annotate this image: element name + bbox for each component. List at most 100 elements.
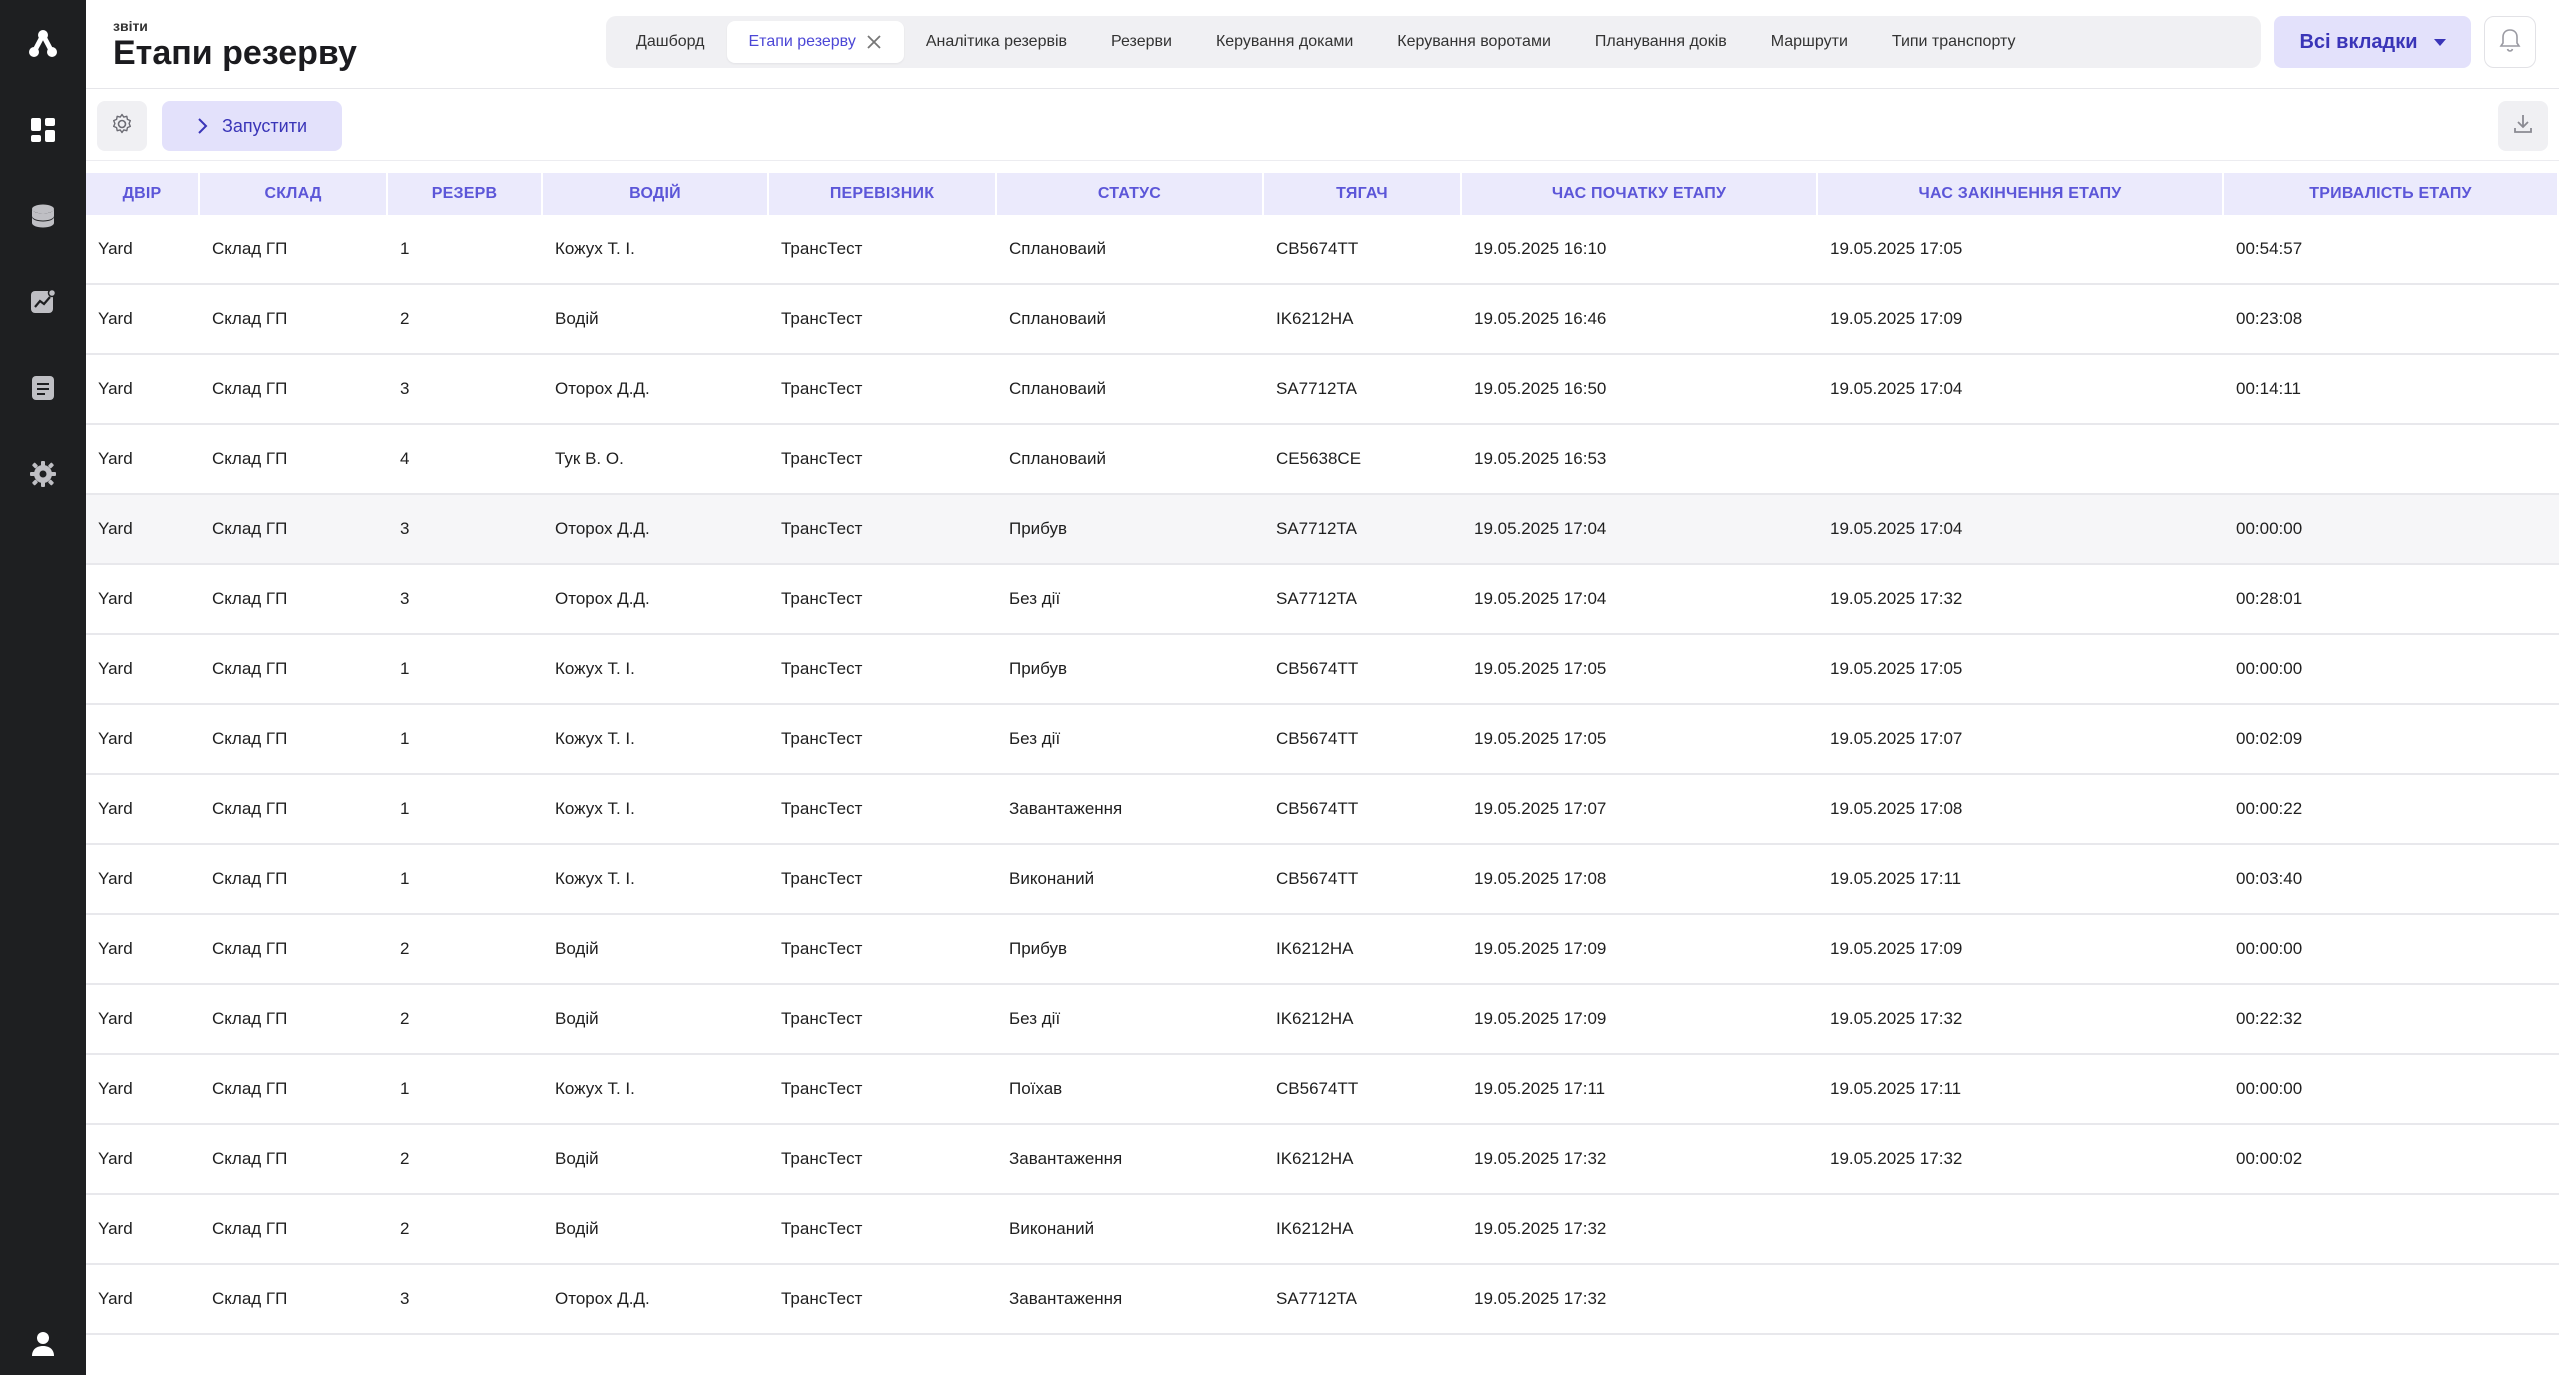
- cell-stage-start: 19.05.2025 16:50: [1462, 355, 1818, 425]
- cell-warehouse: Склад ГП: [200, 1055, 388, 1125]
- bell-icon: [2498, 27, 2522, 58]
- cell-tractor: CE5638CE: [1264, 425, 1462, 495]
- table-row[interactable]: Yard Склад ГП 3 Оторох Д.Д. ТрансТест Заванта…: [86, 1265, 2559, 1335]
- cell-stage-start: 19.05.2025 17:08: [1462, 845, 1818, 915]
- cell-status: Без дії: [997, 705, 1264, 775]
- table-settings-button[interactable]: [97, 101, 147, 151]
- sidebar-item-reports[interactable]: [23, 370, 63, 410]
- database-icon: [29, 202, 57, 235]
- cell-status: Завантаження: [997, 1265, 1264, 1335]
- cell-tractor: CB5674TT: [1264, 845, 1462, 915]
- tab-reserve-analytics[interactable]: Аналітика резервів: [904, 21, 1089, 63]
- table-row[interactable]: Yard Склад ГП 2 Водій ТрансТест Сплановаий IK6…: [86, 285, 2559, 355]
- cell-status: Завантаження: [997, 775, 1264, 845]
- cell-stage-end: 19.05.2025 17:09: [1818, 285, 2224, 355]
- cell-warehouse: Склад ГП: [200, 1265, 388, 1335]
- sidebar-item-settings[interactable]: [23, 456, 63, 496]
- cell-stage-duration: 00:00:02: [2224, 1125, 2559, 1195]
- column-header-tractor[interactable]: Тягач: [1264, 173, 1462, 215]
- table-row[interactable]: Yard Склад ГП 1 Кожух Т. І. ТрансТест Спланов…: [86, 215, 2559, 285]
- cell-stage-duration: 00:54:57: [2224, 215, 2559, 285]
- cell-driver: Кожух Т. І.: [543, 635, 769, 705]
- column-header-carrier[interactable]: Перевізник: [769, 173, 997, 215]
- column-header-stage-start[interactable]: Час початку етапу: [1462, 173, 1818, 215]
- table-row[interactable]: Yard Склад ГП 3 Оторох Д.Д. ТрансТест Без дії…: [86, 565, 2559, 635]
- cell-status: Сплановаий: [997, 285, 1264, 355]
- tab-reserve-stages[interactable]: Етапи резерву: [726, 21, 904, 63]
- column-header-driver[interactable]: Водій: [543, 173, 769, 215]
- tab-dock-planning[interactable]: Планування доків: [1573, 21, 1749, 63]
- run-button[interactable]: Запустити: [162, 101, 342, 151]
- sidebar-item-analytics[interactable]: [23, 284, 63, 324]
- cell-yard: Yard: [86, 495, 200, 565]
- cell-yard: Yard: [86, 1265, 200, 1335]
- cell-stage-end: 19.05.2025 17:04: [1818, 495, 2224, 565]
- column-header-reserve[interactable]: Резерв: [388, 173, 543, 215]
- table-row[interactable]: Yard Склад ГП 4 Тук В. О. ТрансТест Сплановаи…: [86, 425, 2559, 495]
- tab-gate-management[interactable]: Керування воротами: [1375, 21, 1573, 63]
- table-row[interactable]: Yard Склад ГП 1 Кожух Т. І. ТрансТест Поїхав C…: [86, 1055, 2559, 1125]
- all-tabs-dropdown[interactable]: Всі вкладки: [2274, 16, 2471, 68]
- cell-stage-end: [1818, 1265, 2224, 1335]
- cell-stage-end: 19.05.2025 17:32: [1818, 1125, 2224, 1195]
- cell-yard: Yard: [86, 1125, 200, 1195]
- cell-tractor: IK6212HA: [1264, 985, 1462, 1055]
- cell-yard: Yard: [86, 985, 200, 1055]
- cell-reserve: 2: [388, 915, 543, 985]
- cell-stage-start: 19.05.2025 16:10: [1462, 215, 1818, 285]
- column-header-stage-duration[interactable]: Тривалість етапу: [2224, 173, 2559, 215]
- column-header-yard[interactable]: Двір: [86, 173, 200, 215]
- cell-status: Прибув: [997, 635, 1264, 705]
- cell-reserve: 2: [388, 1195, 543, 1265]
- cell-driver: Кожух Т. І.: [543, 1055, 769, 1125]
- cell-reserve: 4: [388, 425, 543, 495]
- notifications-button[interactable]: [2484, 16, 2536, 68]
- cell-status: Прибув: [997, 495, 1264, 565]
- sidebar-item-database[interactable]: [23, 198, 63, 238]
- cell-driver: Водій: [543, 1195, 769, 1265]
- column-header-status[interactable]: Статус: [997, 173, 1264, 215]
- cell-stage-duration: 00:03:40: [2224, 845, 2559, 915]
- tab-transport-types[interactable]: Типи транспорту: [1870, 21, 2038, 63]
- cell-carrier: ТрансТест: [769, 215, 997, 285]
- cell-yard: Yard: [86, 285, 200, 355]
- table-row[interactable]: Yard Склад ГП 3 Оторох Д.Д. ТрансТест Спланов…: [86, 355, 2559, 425]
- tab-reserves[interactable]: Резерви: [1089, 21, 1194, 63]
- table-row[interactable]: Yard Склад ГП 1 Кожух Т. І. ТрансТест Без дії…: [86, 705, 2559, 775]
- user-avatar-icon[interactable]: [23, 1323, 63, 1363]
- cell-tractor: SA7712TA: [1264, 495, 1462, 565]
- cell-stage-duration: 00:22:32: [2224, 985, 2559, 1055]
- app-logo-icon[interactable]: [23, 24, 63, 64]
- cell-warehouse: Склад ГП: [200, 705, 388, 775]
- cell-stage-end: 19.05.2025 17:05: [1818, 215, 2224, 285]
- table-row[interactable]: Yard Склад ГП 1 Кожух Т. І. ТрансТест Прибув C…: [86, 635, 2559, 705]
- chevron-right-icon: [196, 117, 208, 135]
- table-row[interactable]: Yard Склад ГП 3 Оторох Д.Д. ТрансТест Прибув S…: [86, 495, 2559, 565]
- cell-tractor: CB5674TT: [1264, 635, 1462, 705]
- table-row[interactable]: Yard Склад ГП 2 Водій ТрансТест Виконаний IK62…: [86, 1195, 2559, 1265]
- cell-yard: Yard: [86, 1195, 200, 1265]
- table-row[interactable]: Yard Склад ГП 1 Кожух Т. І. ТрансТест Виконан…: [86, 845, 2559, 915]
- cell-status: Виконаний: [997, 1195, 1264, 1265]
- cell-yard: Yard: [86, 635, 200, 705]
- table-row[interactable]: Yard Склад ГП 1 Кожух Т. І. ТрансТест Заванта…: [86, 775, 2559, 845]
- download-button[interactable]: [2498, 101, 2548, 151]
- table-row[interactable]: Yard Склад ГП 2 Водій ТрансТест Завантаження I…: [86, 1125, 2559, 1195]
- table-row[interactable]: Yard Склад ГП 2 Водій ТрансТест Прибув IK6212H…: [86, 915, 2559, 985]
- cell-driver: Оторох Д.Д.: [543, 495, 769, 565]
- cell-reserve: 2: [388, 985, 543, 1055]
- tab-routes[interactable]: Маршрути: [1749, 21, 1870, 63]
- cell-stage-duration: 00:00:00: [2224, 1055, 2559, 1125]
- close-icon[interactable]: [866, 34, 882, 50]
- table-row[interactable]: Yard Склад ГП 2 Водій ТрансТест Без дії IK6212…: [86, 985, 2559, 1055]
- sidebar-item-dashboard[interactable]: [23, 112, 63, 152]
- cell-reserve: 1: [388, 635, 543, 705]
- tab-dashboard[interactable]: Дашборд: [614, 21, 727, 63]
- cell-stage-start: 19.05.2025 17:05: [1462, 705, 1818, 775]
- cell-reserve: 1: [388, 775, 543, 845]
- tab-dock-management[interactable]: Керування доками: [1194, 21, 1375, 63]
- toolbar: Запустити: [86, 89, 2559, 161]
- document-icon: [29, 374, 57, 407]
- column-header-stage-end[interactable]: Час закінчення етапу: [1818, 173, 2224, 215]
- column-header-warehouse[interactable]: Склад: [200, 173, 388, 215]
